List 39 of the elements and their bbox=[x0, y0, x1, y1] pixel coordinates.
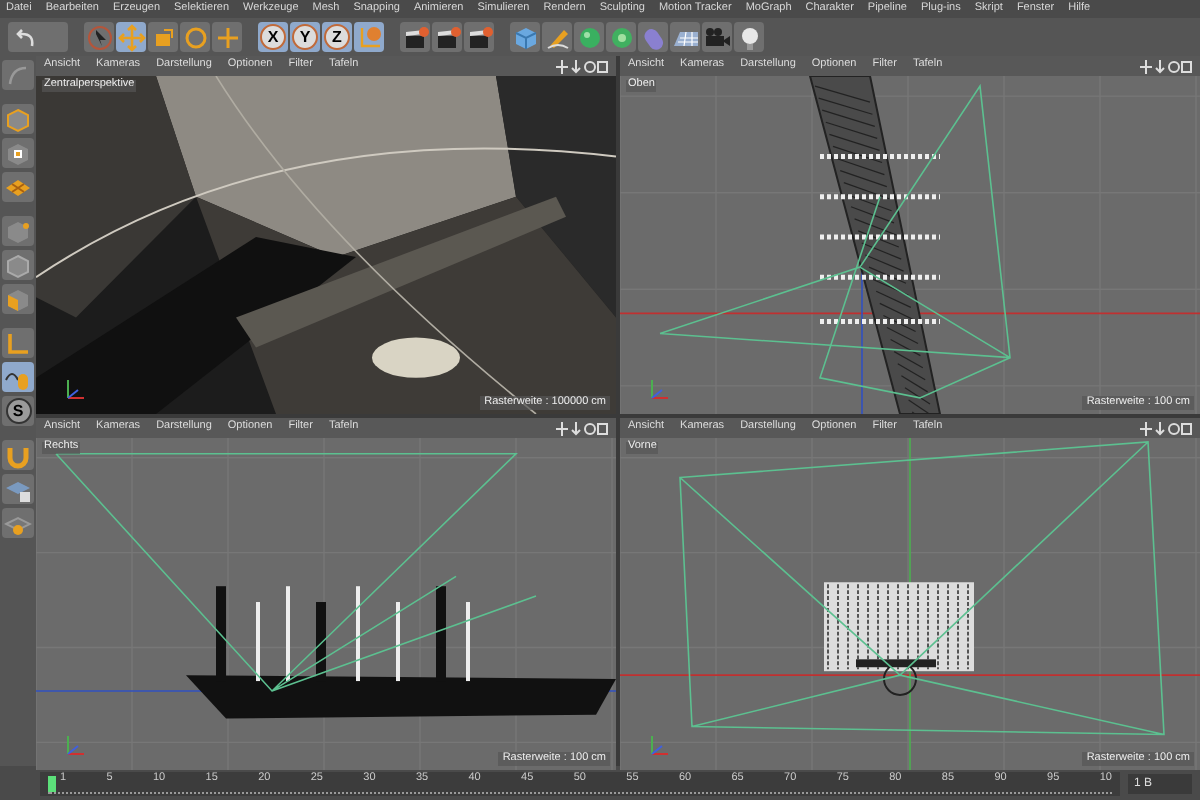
plus-icon bbox=[213, 23, 241, 51]
textured-cube-icon bbox=[4, 139, 32, 167]
rotate-icon bbox=[181, 23, 209, 51]
cube-polygons-icon bbox=[4, 285, 32, 313]
clapboard-icon bbox=[433, 23, 461, 51]
clapboard-icon bbox=[465, 23, 493, 51]
pointer-icon bbox=[85, 23, 113, 51]
axis-lock-button[interactable]: Y bbox=[290, 22, 320, 52]
undo-icon bbox=[12, 23, 40, 51]
tool-button[interactable]: S bbox=[2, 396, 34, 426]
viewport-controls-icon[interactable] bbox=[556, 59, 608, 73]
viewport-controls-icon[interactable] bbox=[1140, 59, 1192, 73]
curve-icon bbox=[4, 61, 32, 89]
tool-button[interactable] bbox=[2, 138, 34, 168]
playhead[interactable] bbox=[48, 775, 56, 791]
sphere-icon bbox=[575, 23, 603, 51]
axis-gizmo-icon bbox=[64, 378, 88, 402]
tool-button[interactable] bbox=[432, 22, 462, 52]
viewport-controls-icon[interactable] bbox=[556, 421, 608, 435]
move-icon bbox=[117, 23, 145, 51]
cube-edges-icon bbox=[4, 251, 32, 279]
tool-button[interactable] bbox=[464, 22, 494, 52]
axis-gizmo-icon bbox=[64, 734, 88, 758]
coordinate-axes-icon bbox=[355, 23, 383, 51]
cube-icon bbox=[4, 105, 32, 133]
flower-icon bbox=[607, 23, 635, 51]
tool-button[interactable] bbox=[2, 362, 34, 392]
clapboard-icon bbox=[401, 23, 429, 51]
axis-icon bbox=[4, 329, 32, 357]
camera-icon bbox=[703, 23, 731, 51]
tool-button[interactable] bbox=[400, 22, 430, 52]
axis-lock-button[interactable]: Z bbox=[322, 22, 352, 52]
cube-points-icon bbox=[4, 217, 32, 245]
viewport-controls-icon[interactable] bbox=[1140, 421, 1192, 435]
axis-gizmo-icon bbox=[648, 734, 672, 758]
axis-lock-button[interactable]: X bbox=[258, 22, 288, 52]
cube-icon bbox=[511, 23, 539, 51]
capsule-icon bbox=[639, 23, 667, 51]
axis-gizmo-icon bbox=[648, 378, 672, 402]
